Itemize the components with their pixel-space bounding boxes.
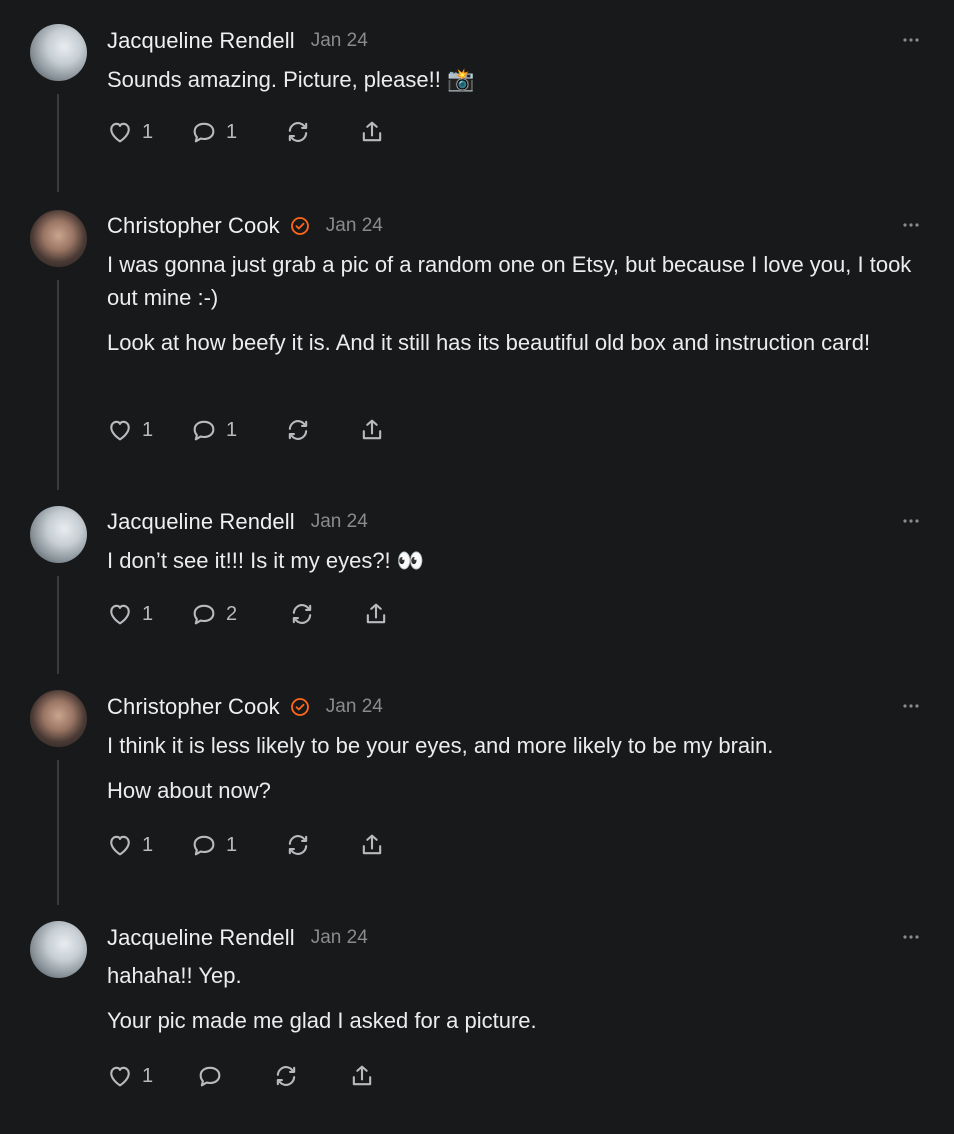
avatar[interactable]: [30, 210, 87, 267]
comment-text: hahaha!! Yep.: [107, 963, 242, 988]
thread-line: [57, 280, 59, 490]
more-dots-icon[interactable]: [901, 30, 921, 50]
speech-bubble-icon: [193, 122, 215, 143]
comment-text: How about now?: [107, 778, 271, 803]
reply-button[interactable]: 1: [190, 118, 237, 146]
reply-count: 2: [226, 602, 238, 625]
restack-arrows-icon: [292, 604, 312, 624]
like-count: 1: [142, 418, 154, 441]
comment-text: Look at how beefy it is. And it still ha…: [107, 330, 871, 355]
more-dots-icon[interactable]: [901, 511, 921, 531]
share-upload-icon: [362, 121, 382, 142]
like-button[interactable]: 1: [106, 831, 153, 859]
like-button[interactable]: 1: [106, 118, 153, 146]
restack-button[interactable]: [288, 600, 316, 628]
avatar[interactable]: [30, 24, 87, 81]
thread-line: [57, 94, 59, 192]
comment-date[interactable]: Jan 24: [326, 696, 383, 718]
share-button[interactable]: [348, 1062, 376, 1090]
share-button[interactable]: [358, 118, 386, 146]
like-button[interactable]: 1: [106, 1062, 153, 1090]
comment-date[interactable]: Jan 24: [311, 927, 368, 949]
avatar[interactable]: [30, 506, 87, 563]
author-name[interactable]: Christopher Cook: [107, 213, 280, 239]
comment-text: I don’t see it!!! Is it my eyes?! 👀: [107, 548, 425, 573]
more-dots-icon[interactable]: [901, 927, 921, 947]
reply-count: 1: [226, 833, 238, 856]
like-count: 1: [142, 1064, 154, 1087]
comment-text: I think it is less likely to be your eye…: [107, 733, 774, 758]
like-button[interactable]: 1: [106, 600, 153, 628]
like-count: 1: [142, 833, 154, 856]
share-button[interactable]: [358, 831, 386, 859]
like-count: 1: [142, 120, 154, 143]
reply-count: 1: [226, 418, 238, 441]
heart-icon: [110, 1066, 130, 1087]
reply-button[interactable]: [196, 1062, 232, 1090]
author-name[interactable]: Jacqueline Rendell: [107, 28, 295, 54]
heart-icon: [110, 420, 130, 441]
restack-arrows-icon: [288, 835, 308, 855]
speech-bubble-icon: [199, 1066, 221, 1087]
verified-check-icon: [290, 217, 309, 235]
more-dots-icon[interactable]: [901, 215, 921, 235]
restack-button[interactable]: [284, 831, 312, 859]
share-upload-icon: [362, 834, 382, 855]
share-button[interactable]: [358, 416, 386, 444]
share-upload-icon: [366, 603, 386, 624]
speech-bubble-icon: [193, 835, 215, 856]
reply-button[interactable]: 1: [190, 831, 237, 859]
heart-icon: [110, 604, 130, 625]
like-count: 1: [142, 602, 154, 625]
restack-arrows-icon: [288, 420, 308, 440]
comment-date[interactable]: Jan 24: [311, 511, 368, 533]
heart-icon: [110, 835, 130, 856]
avatar[interactable]: [30, 690, 87, 747]
restack-arrows-icon: [276, 1066, 296, 1086]
comment-date[interactable]: Jan 24: [311, 30, 368, 52]
share-upload-icon: [362, 419, 382, 440]
reply-button[interactable]: 2: [190, 600, 237, 628]
share-button[interactable]: [362, 600, 390, 628]
avatar[interactable]: [30, 921, 87, 978]
reply-button[interactable]: 1: [190, 416, 237, 444]
restack-button[interactable]: [284, 118, 312, 146]
comment-text: Your pic made me glad I asked for a pict…: [107, 1008, 537, 1033]
speech-bubble-icon: [193, 420, 215, 441]
author-name[interactable]: Christopher Cook: [107, 694, 280, 720]
heart-icon: [110, 122, 130, 143]
restack-button[interactable]: [272, 1062, 300, 1090]
thread-line: [57, 760, 59, 905]
like-button[interactable]: 1: [106, 416, 153, 444]
author-name[interactable]: Jacqueline Rendell: [107, 925, 295, 951]
share-upload-icon: [352, 1065, 372, 1086]
thread-line: [57, 576, 59, 674]
author-name[interactable]: Jacqueline Rendell: [107, 509, 295, 535]
restack-arrows-icon: [288, 122, 308, 142]
comment-date[interactable]: Jan 24: [326, 215, 383, 237]
restack-button[interactable]: [284, 416, 312, 444]
speech-bubble-icon: [193, 604, 215, 625]
verified-check-icon: [290, 698, 309, 716]
reply-count: 1: [226, 120, 238, 143]
comment-text: Sounds amazing. Picture, please!! 📸: [107, 67, 475, 92]
comment-text: I was gonna just grab a pic of a random …: [107, 252, 912, 310]
more-dots-icon[interactable]: [901, 696, 921, 716]
